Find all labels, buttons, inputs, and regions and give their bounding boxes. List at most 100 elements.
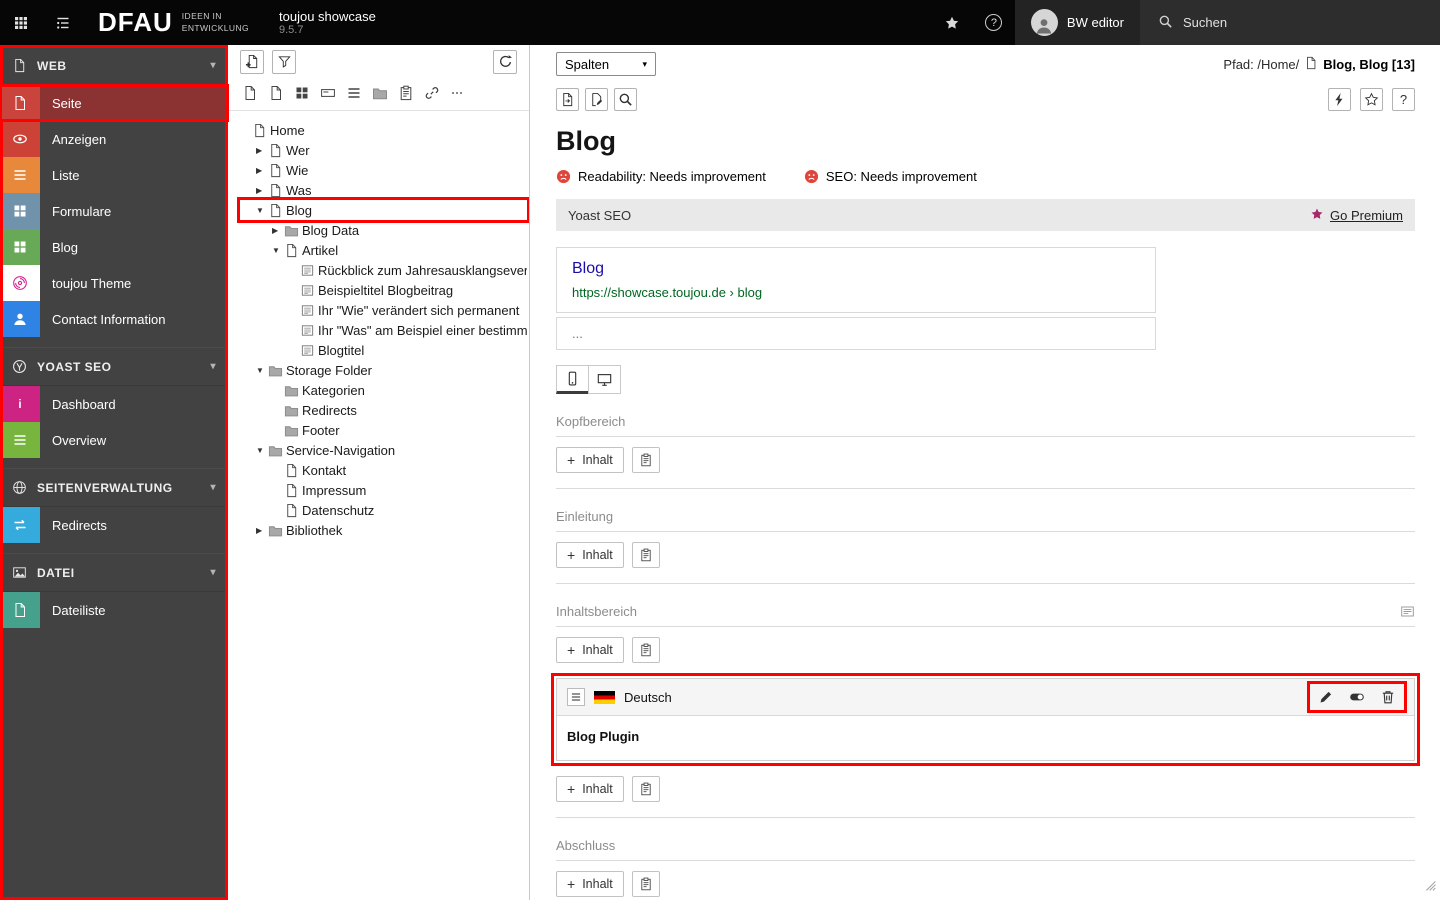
clear-cache-button[interactable] [1328,87,1351,111]
tree-node-kategorien[interactable]: Kategorien [240,380,527,400]
typo3-version: 9.5.7 [279,24,304,36]
help-button-topbar[interactable]: ? [973,0,1015,45]
content-element[interactable]: Deutsch Blog Plugin [551,673,1420,766]
add-content-button[interactable]: + Inhalt [556,776,624,802]
expander-icon[interactable]: ▶ [256,146,268,155]
sidebar-item-liste[interactable]: Liste [0,157,228,193]
sidebar-item-seite[interactable]: Seite [0,84,229,122]
sidebar-item-overview[interactable]: Overview [0,422,228,458]
tree-node-was[interactable]: ▶ Was [240,180,527,200]
add-content-button[interactable]: + Inhalt [556,871,624,897]
search-button[interactable] [614,87,637,111]
edit-page-button[interactable] [585,87,608,111]
tree-node-wer[interactable]: ▶ Wer [240,140,527,160]
sidebar-item-formulare[interactable]: Formulare [0,193,228,229]
tree-node-service-navigation[interactable]: ▼ Service-Navigation [240,440,527,460]
sidebar-item-blog[interactable]: Blog [0,229,228,265]
paste-button[interactable] [631,447,660,473]
sidebar-item-dateiliste[interactable]: Dateiliste [0,592,228,628]
module-group-header-datei[interactable]: DATEI ▾ [0,554,228,592]
yoast-panel-header[interactable]: Yoast SEO Go Premium [556,199,1415,231]
tree-node-redirects[interactable]: Redirects [240,400,527,420]
content-area: Spalten ▾ Pfad: /Home/ Blog, Blog [13] ?… [530,45,1440,900]
tree-node-storage-folder[interactable]: ▼ Storage Folder [240,360,527,380]
tree-node-ihr-wie-ver-ndert-sich-permanent[interactable]: Ihr "Wie" verändert sich permanent [240,300,527,320]
tree-node-artikel[interactable]: ▼ Artikel [240,240,527,260]
tree-node-blog-data[interactable]: ▶ Blog Data [240,220,527,240]
paste-button[interactable] [631,542,660,568]
expander-icon[interactable]: ▶ [272,226,284,235]
pagetype-page-shortcut-icon[interactable] [266,83,285,102]
tree-node-bibliothek[interactable]: ▶ Bibliothek [240,520,527,540]
expander-icon[interactable]: ▼ [256,366,268,375]
search-box[interactable]: Suchen [1140,0,1440,45]
paste-button[interactable] [631,637,660,663]
add-content-button[interactable]: + Inhalt [556,542,624,568]
tree-node-blogtitel[interactable]: Blogtitel [240,340,527,360]
pagetree-toggle-button[interactable] [42,0,84,45]
tree-node-beispieltitel-blogbeitrag[interactable]: Beispieltitel Blogbeitrag [240,280,527,300]
tree-node-ihr-was-am-beispiel-einer-bestimm[interactable]: Ihr "Was" am Beispiel einer bestimm [240,320,527,340]
tree-node-impressum[interactable]: Impressum [240,480,527,500]
tree-node-home[interactable]: Home [240,120,527,140]
paste-button[interactable] [631,776,660,802]
module-group-header-web[interactable]: WEB ▾ [0,47,228,85]
help-button[interactable]: ? [1392,87,1415,111]
delete-button[interactable] [1380,689,1396,705]
divider [556,488,1415,489]
go-premium-link[interactable]: Go Premium [1330,208,1403,223]
modules-menu-button[interactable] [0,0,42,45]
view-page-button[interactable] [556,87,579,111]
pagetype-page-icon[interactable] [240,83,259,102]
staro-icon [1364,92,1379,107]
module-group-web: WEB ▾ Seite Anzeigen Liste Formulare Blog toujo… [0,47,229,337]
filter-button[interactable] [272,49,296,74]
tree-node-wie[interactable]: ▶ Wie [240,160,527,180]
module-group-label: SEITENVERWALTUNG [37,480,173,495]
add-content-button[interactable]: + Inhalt [556,447,624,473]
pagetype-link-icon[interactable] [422,83,441,102]
user-menu[interactable]: BW editor [1014,0,1140,45]
paste-button[interactable] [631,871,660,897]
expander-icon[interactable]: ▼ [256,206,268,215]
sidebar-item-contact-information[interactable]: Contact Information [0,301,228,337]
module-group-header-seitenverwaltung[interactable]: SEITENVERWALTUNG ▾ [0,469,228,507]
sidebar-item-dashboard[interactable]: i Dashboard [0,386,228,422]
expander-icon[interactable]: ▼ [256,446,268,455]
pagetype-text-icon[interactable] [344,83,363,102]
expander-icon[interactable]: ▼ [272,246,284,255]
sidebar-item-anzeigen[interactable]: Anzeigen [0,121,228,157]
sidebar-item-toujou-theme[interactable]: toujou Theme [0,265,228,301]
add-content-button[interactable]: + Inhalt [556,637,624,663]
expander-icon[interactable]: ▶ [256,166,268,175]
refresh-button[interactable] [493,49,517,74]
sidebar-item-redirects[interactable]: Redirects [0,507,228,543]
tree-node-r-ckblick-zum-jahresausklangsever[interactable]: Rückblick zum Jahresausklangsever [240,260,527,280]
pagetype-banner-icon[interactable] [318,83,337,102]
expander-icon[interactable]: ▶ [256,526,268,535]
bookmark-button[interactable] [1360,87,1383,111]
columns-select[interactable]: Spalten ▾ [556,52,656,76]
favorites-button[interactable] [931,0,973,45]
expander-icon[interactable]: ▶ [256,186,268,195]
notes-icon[interactable] [1400,604,1415,619]
resize-handle[interactable] [1424,879,1437,897]
edit-button[interactable] [1318,689,1334,705]
dfau-logo[interactable]: DFAU IDEEN IN ENTWICKLUNG [98,0,249,45]
pagetype-divider-icon[interactable] [448,83,467,102]
text-glyph [346,85,362,101]
module-group-header-yoast-seo[interactable]: YOAST SEO ▾ [0,348,228,386]
tree-node-footer[interactable]: Footer [240,420,527,440]
new-page-button[interactable] [240,49,264,74]
tree-node-datenschutz[interactable]: Datenschutz [240,500,527,520]
tree-node-blog[interactable]: ▼ Blog [237,197,529,223]
pagetype-mount-icon[interactable] [292,83,311,102]
tree-node-kontakt[interactable]: Kontakt [240,460,527,480]
visibility-button[interactable] [1349,689,1365,705]
pagetype-paste-icon[interactable] [396,83,415,102]
pagetype-folder-icon[interactable] [370,83,389,102]
mobile-preview-button[interactable] [556,365,589,394]
divider [556,817,1415,818]
desktop-preview-button[interactable] [588,365,621,394]
web-group-icon [12,58,27,73]
